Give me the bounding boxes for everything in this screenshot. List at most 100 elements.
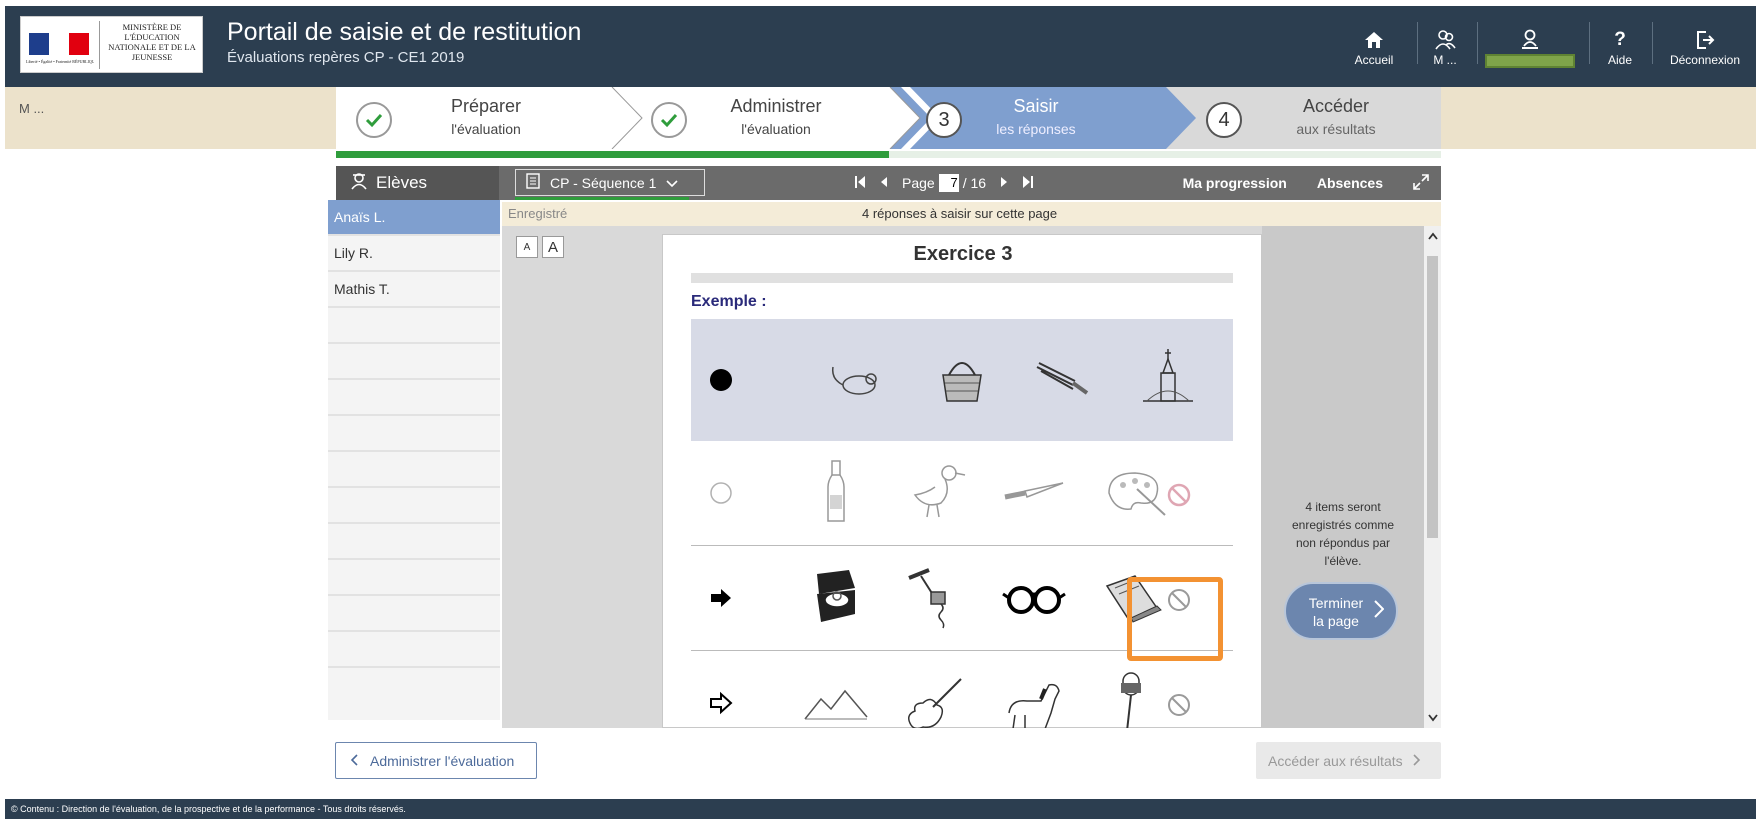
logo-divider [99, 21, 100, 69]
violin-icon[interactable] [901, 669, 967, 728]
student-row[interactable]: Anaïs L. [328, 200, 500, 236]
page-input[interactable]: 7 [938, 174, 959, 192]
logo-text: MINISTÈRE DE L'ÉDUCATION NATIONALE ET DE… [108, 22, 196, 62]
step-saisir[interactable]: 3 Saisir les réponses [896, 87, 1166, 149]
scroll-thumb[interactable] [1427, 256, 1438, 538]
chevron-left-icon [350, 753, 358, 769]
finish-page-label: Terminer la page [1308, 595, 1364, 629]
student-row[interactable] [328, 308, 500, 344]
step-administrer[interactable]: Administrer l'évaluation [616, 87, 896, 149]
palette-icon[interactable] [1101, 459, 1167, 525]
vertical-scrollbar[interactable] [1424, 226, 1441, 728]
progress-link[interactable]: Ma progression [1183, 175, 1287, 191]
toolbar: Elèves CP - Séquence 1 Page 7 / 16 Ma pr… [336, 166, 1441, 200]
scroll-up-icon[interactable] [1424, 226, 1441, 246]
logout-button[interactable]: Déconnexion [1660, 6, 1750, 87]
sequence-select[interactable]: CP - Séquence 1 [515, 169, 705, 196]
expand-icon[interactable] [1413, 173, 1429, 193]
font-smaller-button[interactable]: A [516, 236, 538, 258]
leek-icon [1029, 345, 1095, 411]
header-divider [1589, 22, 1590, 64]
student-row[interactable] [328, 452, 500, 488]
horse-icon[interactable] [1001, 669, 1067, 728]
check-icon [356, 102, 392, 138]
flag-logo-icon [29, 33, 89, 55]
step-acceder[interactable]: 4 Accéder aux résultats [1196, 87, 1441, 149]
help-button[interactable]: ? Aide [1595, 6, 1645, 87]
student-row[interactable] [328, 416, 500, 452]
microphone-icon[interactable] [1101, 669, 1167, 728]
arrow-outline-icon [709, 691, 733, 715]
step-wizard: Préparer l'évaluation Administrer l'éval… [336, 87, 1441, 149]
student-row[interactable] [328, 632, 500, 668]
app-title: Portail de saisie et de restitution [227, 18, 582, 46]
student-row[interactable] [328, 596, 500, 632]
page-label: Page [902, 175, 935, 191]
help-label: Aide [1607, 52, 1633, 67]
students-toggle[interactable]: Elèves [336, 166, 499, 200]
font-larger-button[interactable]: A [542, 236, 564, 258]
student-icon [350, 172, 368, 195]
school-button[interactable]: M ... [1425, 6, 1465, 87]
example-label: Exemple : [691, 293, 767, 310]
header-divider [1652, 22, 1653, 64]
ring-box-icon[interactable] [803, 564, 869, 630]
step-title: Administrer [730, 96, 822, 116]
example-row [691, 319, 1233, 441]
notebook-icon [526, 173, 540, 192]
student-row[interactable] [328, 344, 500, 380]
back-button[interactable]: Administrer l'évaluation [335, 742, 537, 779]
step-subtitle: l'évaluation [741, 121, 811, 137]
chevron-right-icon [1413, 753, 1421, 769]
scroll-down-icon[interactable] [1424, 708, 1441, 728]
results-button-label: Accéder aux résultats [1268, 752, 1403, 769]
exercise-bar [691, 273, 1233, 283]
step-subtitle: l'évaluation [451, 121, 521, 137]
next-page-icon[interactable] [1000, 175, 1008, 191]
ministry-logo[interactable]: Liberté • Égalité • Fraternité RÉPUBLIQU… [20, 16, 203, 73]
step-preparer[interactable]: Préparer l'évaluation [336, 87, 616, 149]
student-row[interactable] [328, 560, 500, 596]
students-label: Elèves [376, 173, 428, 192]
step-title: Accéder [1302, 96, 1370, 116]
student-row[interactable] [328, 488, 500, 524]
logout-label: Déconnexion [1669, 52, 1741, 67]
bottle-icon[interactable] [803, 459, 869, 525]
student-name: Lily R. [334, 245, 373, 261]
step-number: 3 [926, 102, 962, 138]
users-icon [1434, 27, 1456, 53]
logout-icon [1695, 27, 1715, 53]
chevron-right-icon [1374, 598, 1385, 624]
no-answer-icon[interactable] [1167, 483, 1191, 507]
first-page-icon[interactable] [854, 175, 866, 192]
last-page-icon[interactable] [1022, 175, 1034, 192]
circle-outline-icon [709, 481, 733, 505]
user-icon [1520, 26, 1540, 52]
chevron-down-icon [666, 175, 678, 191]
student-row[interactable]: Lily R. [328, 236, 500, 272]
knife-icon[interactable] [1001, 459, 1067, 525]
glasses-icon[interactable] [1001, 564, 1067, 630]
arrow-filled-icon [709, 586, 733, 610]
basket-icon [929, 345, 995, 411]
student-row[interactable] [328, 524, 500, 560]
sequence-underline [515, 197, 689, 200]
student-row[interactable]: Mathis T. [328, 272, 500, 308]
previous-page-icon[interactable] [880, 175, 888, 191]
corkscrew-icon[interactable] [901, 564, 967, 630]
home-button[interactable]: Accueil [1344, 6, 1404, 87]
steps-progress-fill [336, 151, 889, 158]
mountains-icon[interactable] [803, 669, 869, 728]
student-row[interactable] [328, 380, 500, 416]
help-icon: ? [1614, 28, 1626, 50]
duck-icon[interactable] [905, 459, 971, 525]
user-button[interactable] [1480, 6, 1580, 87]
church-icon [1135, 345, 1201, 411]
steps-progress-bar [336, 151, 1441, 158]
absences-link[interactable]: Absences [1317, 175, 1383, 191]
results-button[interactable]: Accéder aux résultats [1256, 742, 1441, 779]
exercise-page: Exercice 3 Exemple : [662, 234, 1262, 728]
finish-page-button[interactable]: Terminer la page [1284, 582, 1398, 640]
no-answer-icon[interactable] [1167, 693, 1191, 717]
sequence-value: CP - Séquence 1 [550, 174, 657, 191]
